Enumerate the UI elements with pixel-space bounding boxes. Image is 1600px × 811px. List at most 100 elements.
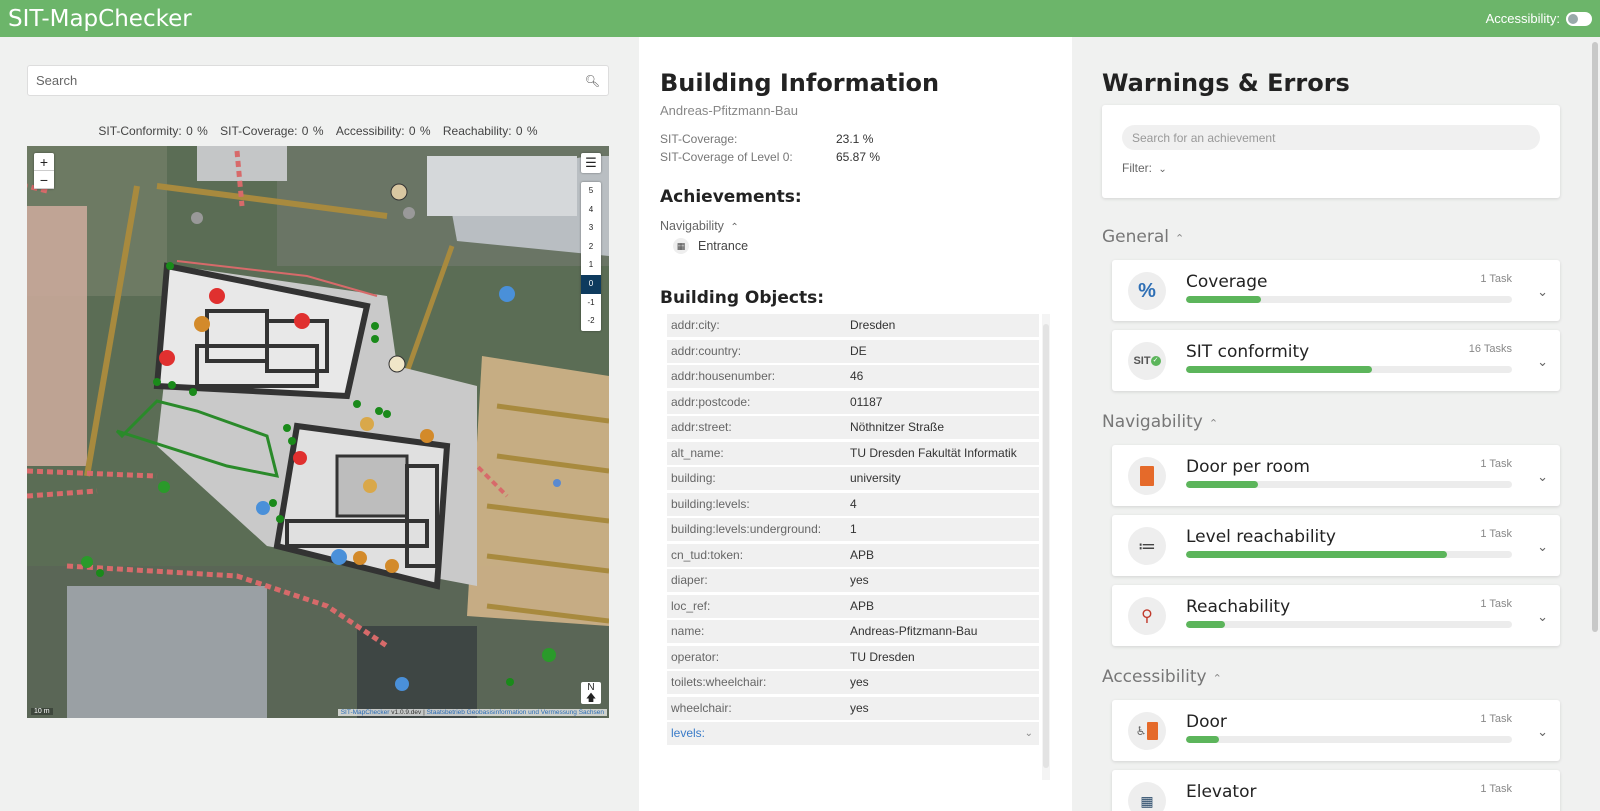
task-progress-fill xyxy=(1186,481,1258,488)
section-general[interactable]: General ⌃ xyxy=(1102,227,1184,247)
navigability-achievement-toggle[interactable]: Navigability ⌃ xyxy=(660,219,739,233)
page-scrollbar[interactable] xyxy=(1590,37,1600,811)
search-input[interactable] xyxy=(36,73,585,88)
warnings-panel: Warnings & Errors Filter: ⌄ General ⌃ % C… xyxy=(1072,37,1600,811)
section-navigability[interactable]: Navigability ⌃ xyxy=(1102,412,1218,432)
object-value: TU Dresden Fakultät Informatik xyxy=(850,445,1017,460)
building-info-title: Building Information xyxy=(660,69,940,97)
object-value: yes xyxy=(850,573,869,587)
zoom-out-button[interactable]: − xyxy=(34,171,54,189)
section-accessibility[interactable]: Accessibility ⌃ xyxy=(1102,667,1222,687)
task-progress-fill xyxy=(1186,736,1219,743)
building-icon: ▦ xyxy=(673,238,689,254)
object-value: Andreas-Pfitzmann-Bau xyxy=(850,624,978,638)
attribution-source-link[interactable]: Staatsbetrieb Geobasisinformation und Ve… xyxy=(427,709,604,716)
object-row: operator: TU Dresden xyxy=(667,645,1039,669)
object-key: addr:postcode: xyxy=(671,394,751,409)
chevron-down-icon: ⌄ xyxy=(1024,728,1033,739)
chevron-down-icon[interactable]: ⌄ xyxy=(1537,539,1548,555)
object-row: toilets:wheelchair: yes xyxy=(667,671,1039,694)
filter-dropdown[interactable]: Filter: ⌄ xyxy=(1122,161,1167,175)
search-icon[interactable]: 🔍︎ xyxy=(585,74,600,88)
object-row: alt_name: TU Dresden Fakultät Informatik xyxy=(667,441,1039,465)
object-value: yes xyxy=(850,675,869,689)
task-card-door[interactable]: ♿ Door 1 Task ⌄ xyxy=(1112,700,1560,761)
zoom-in-button[interactable]: + xyxy=(34,153,54,171)
sit-conformity-stat: SIT-Conformity: 0 % xyxy=(98,124,208,138)
chevron-down-icon[interactable]: ⌄ xyxy=(1537,284,1548,300)
task-progress-bar xyxy=(1186,551,1512,558)
object-row: addr:country: DE xyxy=(667,339,1039,363)
task-progress-bar xyxy=(1186,736,1512,743)
level-button[interactable]: 3 xyxy=(581,219,601,238)
task-card-sit-conformity[interactable]: SIT ✓ SIT conformity 16 Tasks ⌄ xyxy=(1112,330,1560,391)
object-key: building:levels: xyxy=(671,496,750,511)
app-header: SIT-MapChecker Accessibility: xyxy=(0,0,1600,37)
layers-menu-icon[interactable]: ☰ xyxy=(581,153,601,173)
building-objects-list: addr:city: Dresden addr:country: DE addr:h… xyxy=(667,314,1039,748)
task-card-reachability[interactable]: ⚲ Reachability 1 Task ⌄ xyxy=(1112,585,1560,646)
level-button[interactable]: 5 xyxy=(581,182,601,201)
object-row: building: university xyxy=(667,467,1039,490)
building-objects-title: Building Objects: xyxy=(660,288,824,308)
percent-icon: % xyxy=(1128,272,1166,310)
object-row: addr:street: Nöthnitzer Straße xyxy=(667,416,1039,439)
task-name: SIT conformity xyxy=(1186,342,1310,362)
attribution-version: v1.0.9.dev | xyxy=(389,709,427,716)
map-search: 🔍︎ xyxy=(27,65,609,96)
map-view[interactable]: + − ☰ 5 4 3 2 1 0 -1 -2 N 🡅 10 m SIT-MapC… xyxy=(27,146,609,718)
navigability-label: Navigability xyxy=(660,219,724,233)
task-count: 1 Task xyxy=(1480,783,1512,795)
chevron-down-icon[interactable]: ⌄ xyxy=(1537,354,1548,370)
accessibility-toggle[interactable] xyxy=(1566,11,1592,26)
achievement-search-card: Filter: ⌄ xyxy=(1102,105,1560,198)
level-button[interactable]: -2 xyxy=(581,312,601,331)
task-count: 16 Tasks xyxy=(1468,343,1512,355)
object-key: building: xyxy=(671,471,716,485)
object-value: yes xyxy=(850,700,869,715)
chevron-down-icon[interactable]: ⌄ xyxy=(1537,469,1548,485)
coverage-label: SIT-Coverage: xyxy=(660,132,738,146)
object-value: Dresden xyxy=(850,318,896,332)
task-progress-bar xyxy=(1186,296,1512,303)
level-button[interactable]: 4 xyxy=(581,201,601,220)
task-card-coverage[interactable]: % Coverage 1 Task ⌄ xyxy=(1112,260,1560,321)
attribution-app-link[interactable]: SIT-MapChecker xyxy=(341,709,390,716)
elevator-icon: ▦ xyxy=(1128,782,1166,811)
coverage-level-label: SIT-Coverage of Level 0: xyxy=(660,150,793,164)
task-count: 1 Task xyxy=(1480,273,1512,285)
chevron-up-icon: ⌃ xyxy=(1212,672,1222,685)
task-count: 1 Task xyxy=(1480,713,1512,725)
objects-scrollbar[interactable] xyxy=(1042,314,1050,780)
task-count: 1 Task xyxy=(1480,458,1512,470)
object-value: APB xyxy=(850,547,875,562)
object-key: name: xyxy=(671,624,705,638)
task-name: Door per room xyxy=(1186,457,1310,477)
level-button-active[interactable]: 0 xyxy=(581,274,601,294)
object-key: wheelchair: xyxy=(671,700,732,715)
coverage-level-row: SIT-Coverage of Level 0: 65.87 % xyxy=(660,150,880,164)
level-button[interactable]: -1 xyxy=(581,294,601,313)
levels-expander[interactable]: levels: ⌄ xyxy=(667,722,1039,745)
chevron-down-icon[interactable]: ⌄ xyxy=(1537,724,1548,740)
north-arrow-icon[interactable]: N 🡅 xyxy=(581,682,601,704)
task-card-door-per-room[interactable]: Door per room 1 Task ⌄ xyxy=(1112,445,1560,506)
section-label: Navigability xyxy=(1102,412,1203,432)
task-card-elevator[interactable]: ▦ Elevator 1 Task xyxy=(1112,770,1560,811)
object-row: cn_tud:token: APB xyxy=(667,543,1039,567)
object-key: loc_ref: xyxy=(671,598,711,613)
object-value: 46 xyxy=(850,369,864,383)
coverage-value: 23.1 % xyxy=(836,132,874,146)
task-card-level-reachability[interactable]: ≔ Level reachability 1 Task ⌄ xyxy=(1112,515,1560,576)
page-scroll-thumb[interactable] xyxy=(1592,42,1598,632)
task-count: 1 Task xyxy=(1480,598,1512,610)
achievement-search-input[interactable] xyxy=(1122,125,1540,150)
reachability-stat: Reachability: 0 % xyxy=(442,124,538,138)
object-value: university xyxy=(850,471,901,485)
objects-scroll-thumb[interactable] xyxy=(1043,324,1049,768)
level-button[interactable]: 2 xyxy=(581,238,601,257)
level-button[interactable]: 1 xyxy=(581,256,601,275)
object-key: addr:street: xyxy=(671,420,732,434)
chevron-down-icon[interactable]: ⌄ xyxy=(1537,609,1548,625)
score-summary: SIT-Conformity: 0 % SIT-Coverage: 0 % Ac… xyxy=(27,124,609,138)
